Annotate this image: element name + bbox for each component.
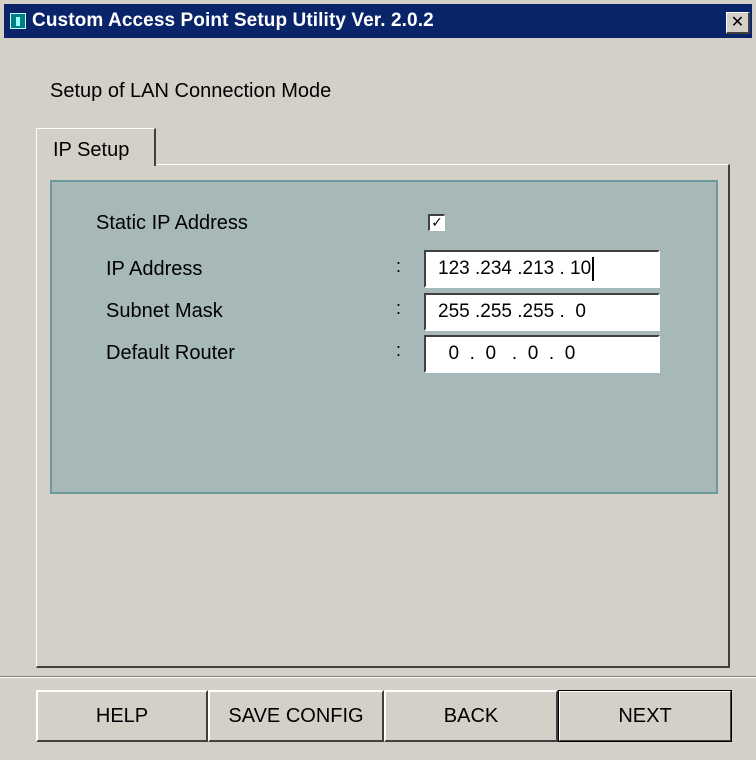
setup-utility-window: Custom Access Point Setup Utility Ver. 2…	[0, 0, 756, 760]
static-ip-checkbox[interactable]: ✓	[428, 214, 445, 231]
ip-address-label: IP Address	[106, 258, 203, 280]
title-bar[interactable]: Custom Access Point Setup Utility Ver. 2…	[4, 4, 752, 38]
help-button[interactable]: HELP	[36, 690, 208, 742]
footer-divider	[0, 676, 756, 678]
ip-address-field[interactable]: 123 .234 .213 . 10	[424, 250, 660, 288]
static-ip-label: Static IP Address	[96, 212, 248, 234]
close-icon[interactable]: ✕	[726, 12, 750, 34]
default-router-separator: :	[396, 340, 402, 360]
window-title: Custom Access Point Setup Utility Ver. 2…	[32, 10, 434, 31]
subnet-mask-field[interactable]: 255 .255 .255 . 0	[424, 293, 660, 331]
subnet-mask-label: Subnet Mask	[106, 300, 223, 322]
ip-address-separator: :	[396, 256, 402, 276]
tab-ip-setup[interactable]: IP Setup	[36, 128, 156, 166]
text-caret	[592, 256, 595, 281]
subnet-mask-separator: :	[396, 298, 402, 318]
save-config-button[interactable]: SAVE CONFIG	[208, 690, 384, 742]
back-button[interactable]: BACK	[384, 690, 558, 742]
app-icon	[10, 13, 26, 29]
ip-address-value: 123 .234 .213 . 10	[438, 258, 592, 279]
tab-ip-setup-label: IP Setup	[53, 139, 130, 161]
next-button[interactable]: NEXT	[558, 690, 732, 742]
default-router-field[interactable]: 0 . 0 . 0 . 0	[424, 335, 660, 373]
default-router-label: Default Router	[106, 342, 235, 364]
page-heading: Setup of LAN Connection Mode	[50, 80, 332, 102]
